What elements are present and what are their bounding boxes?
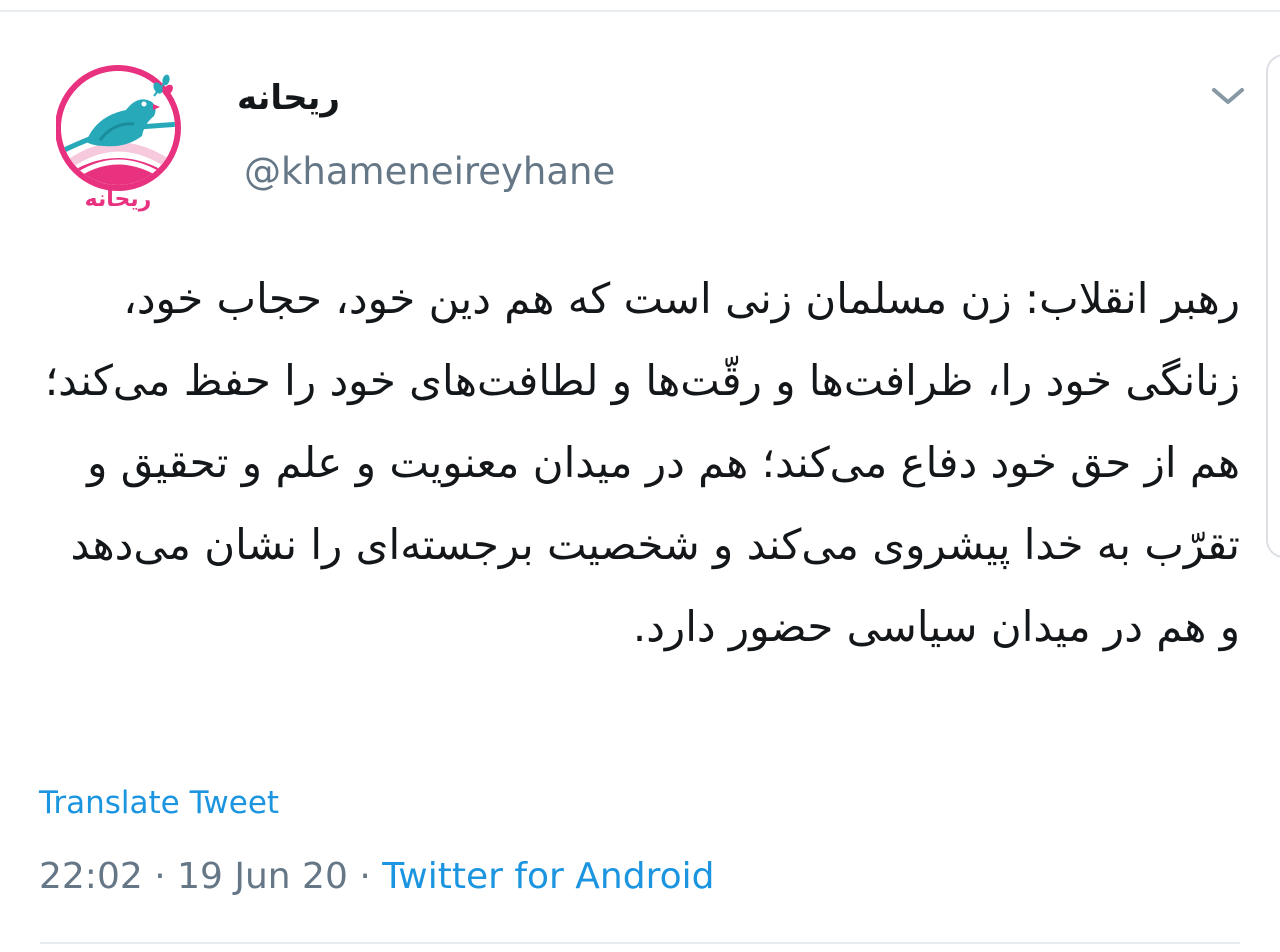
tweet-time[interactable]: 22:02 xyxy=(39,856,143,897)
adjacent-panel-edge xyxy=(1266,54,1280,558)
chevron-down-icon xyxy=(1212,88,1244,104)
bird-logo-icon: ریحانه xyxy=(55,65,181,212)
top-divider xyxy=(0,10,1280,12)
tweet-text: رهبر انقلاب: زن مسلمان زنی است که هم دین… xyxy=(44,274,1240,651)
tweet-metadata: 22:02 · 19 Jun 20 · Twitter for Android xyxy=(39,856,714,897)
meta-separator: · xyxy=(154,856,166,897)
translate-tweet-link[interactable]: Translate Tweet xyxy=(39,785,279,821)
tweet-menu-button[interactable] xyxy=(1206,80,1250,114)
tweet-date[interactable]: 19 Jun 20 xyxy=(177,856,348,897)
avatar[interactable]: ریحانه xyxy=(55,64,184,214)
user-handle[interactable]: @khameneireyhane xyxy=(244,150,615,193)
display-name[interactable]: ریحانه xyxy=(237,78,340,118)
meta-separator: · xyxy=(359,856,371,897)
bottom-divider xyxy=(40,942,1240,944)
tweet-source-link[interactable]: Twitter for Android xyxy=(382,856,714,897)
logo-wordmark: ریحانه xyxy=(85,187,152,212)
